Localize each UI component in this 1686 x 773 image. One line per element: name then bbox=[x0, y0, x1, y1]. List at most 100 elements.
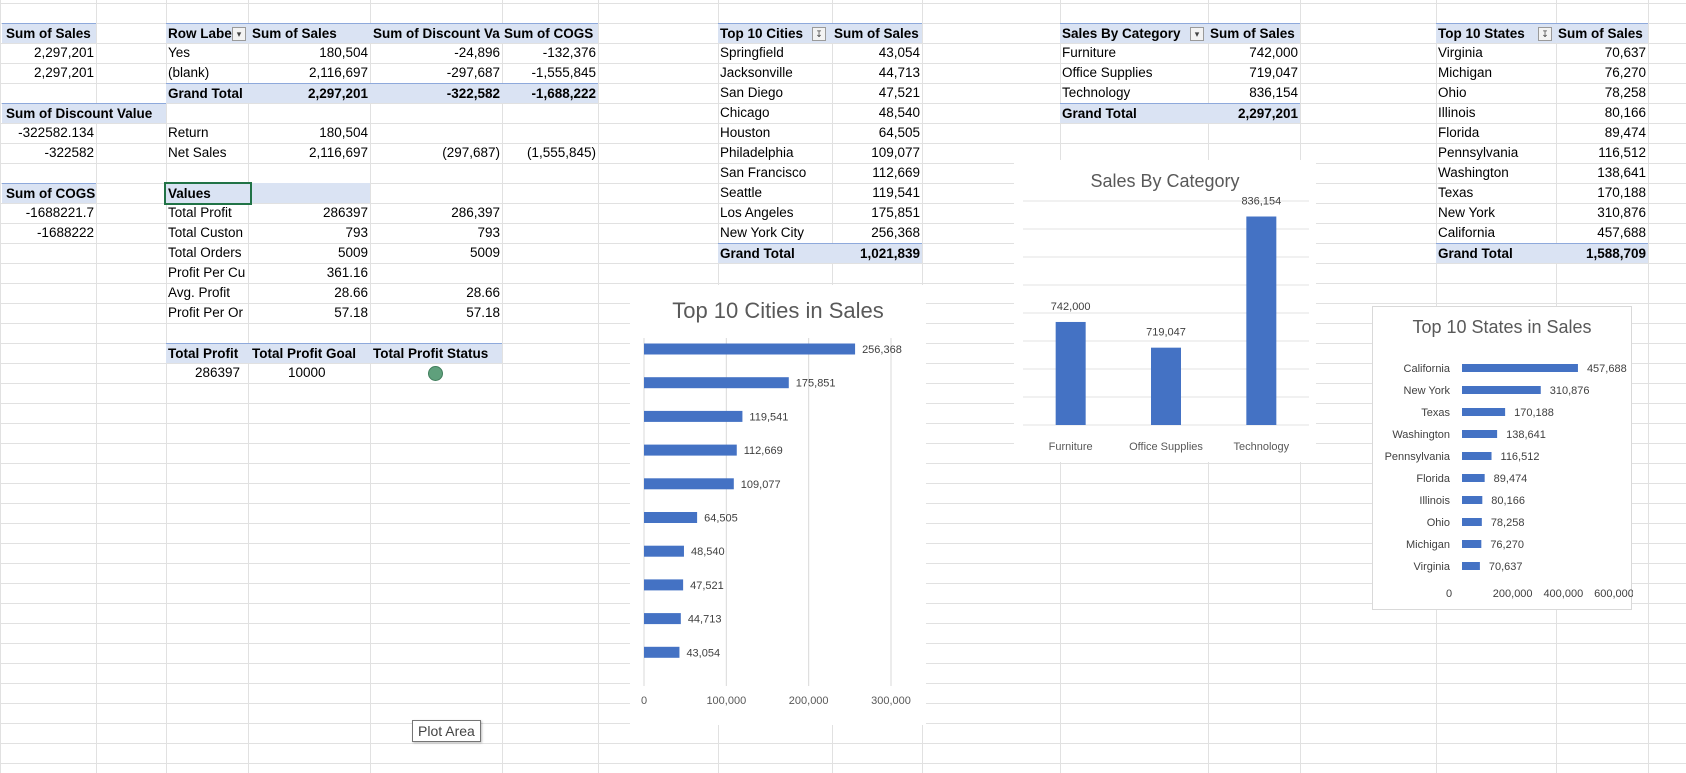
cities-row-label[interactable]: New York City bbox=[718, 223, 832, 243]
net-cell[interactable]: (297,687) bbox=[370, 143, 502, 163]
cities-row-value[interactable]: 119,541 bbox=[832, 183, 922, 203]
pivot-cogs-value[interactable]: -1688221.7 bbox=[2, 203, 96, 223]
states-row-label[interactable]: Texas bbox=[1436, 183, 1556, 203]
pivot-main-cell[interactable]: -24,896 bbox=[370, 43, 502, 63]
cities-row-label[interactable]: Los Angeles bbox=[718, 203, 832, 223]
cities-row-label[interactable]: Seattle bbox=[718, 183, 832, 203]
states-row-value[interactable]: 70,637 bbox=[1556, 43, 1648, 63]
values-row-label[interactable]: Total Profit bbox=[166, 203, 248, 223]
states-row-value[interactable]: 80,166 bbox=[1556, 103, 1648, 123]
category-row-value[interactable]: 742,000 bbox=[1208, 43, 1300, 63]
values-row-label[interactable]: Total Orders bbox=[166, 243, 248, 263]
pivot-main-grand-total[interactable]: -1,688,222 bbox=[502, 83, 598, 103]
net-cell[interactable]: 180,504 bbox=[248, 123, 370, 143]
states-row-value[interactable]: 457,688 bbox=[1556, 223, 1648, 243]
category-row-value[interactable]: 719,047 bbox=[1208, 63, 1300, 83]
cities-pivot-header[interactable]: Sum of Sales bbox=[832, 23, 922, 43]
category-chart-plot[interactable]: 742,000 Furniture 719,047 Office Supplies 83… bbox=[1015, 161, 1317, 463]
states-row-value[interactable]: 76,270 bbox=[1556, 63, 1648, 83]
cities-row-value[interactable]: 175,851 bbox=[832, 203, 922, 223]
pivot-discount-value[interactable]: -322582.134 bbox=[2, 123, 96, 143]
pivot-main-cell[interactable]: 2,116,697 bbox=[248, 63, 370, 83]
pivot-cogs-header[interactable]: Sum of COGS bbox=[2, 183, 96, 203]
cities-grand-total-label[interactable]: Grand Total bbox=[718, 243, 832, 263]
pivot-main-header[interactable]: Sum of COGS bbox=[502, 23, 598, 43]
pivot-main-row-label[interactable]: Yes bbox=[166, 43, 248, 63]
values-row-label[interactable]: Avg. Profit bbox=[166, 283, 248, 303]
values-cell[interactable]: 28.66 bbox=[370, 283, 502, 303]
cities-row-label[interactable]: Philadelphia bbox=[718, 143, 832, 163]
cities-row-value[interactable]: 43,054 bbox=[832, 43, 922, 63]
states-row-label[interactable]: New York bbox=[1436, 203, 1556, 223]
goal-header[interactable]: Total Profit bbox=[166, 343, 248, 363]
net-row-label[interactable]: Return bbox=[166, 123, 248, 143]
pivot-sales-value[interactable]: 2,297,201 bbox=[2, 43, 96, 63]
category-pivot-header[interactable]: Sales By Category bbox=[1060, 23, 1208, 43]
filter-dropdown-icon[interactable]: ▾ bbox=[1190, 27, 1204, 41]
states-row-value[interactable]: 116,512 bbox=[1556, 143, 1648, 163]
cities-row-value[interactable]: 64,505 bbox=[832, 123, 922, 143]
values-row-label[interactable]: Profit Per Or bbox=[166, 303, 248, 323]
cities-row-label[interactable]: Jacksonville bbox=[718, 63, 832, 83]
values-cell[interactable]: 361.16 bbox=[248, 263, 370, 283]
filter-dropdown-icon[interactable]: ▾ bbox=[232, 27, 246, 41]
pivot-discount-value[interactable]: -322582 bbox=[2, 143, 96, 163]
cities-chart[interactable]: Top 10 Cities in Sales 0 100,000 200,000 30… bbox=[630, 285, 926, 725]
pivot-sales-value[interactable]: 2,297,201 bbox=[2, 63, 96, 83]
states-row-label[interactable]: Washington bbox=[1436, 163, 1556, 183]
values-cell[interactable]: 793 bbox=[248, 223, 370, 243]
values-header-selected-cell[interactable]: Values bbox=[164, 182, 252, 205]
states-row-value[interactable]: 138,641 bbox=[1556, 163, 1648, 183]
pivot-main-row-label[interactable]: (blank) bbox=[166, 63, 248, 83]
pivot-main-header[interactable]: Sum of Sales bbox=[248, 23, 370, 43]
net-cell[interactable]: (1,555,845) bbox=[502, 143, 598, 163]
states-row-label[interactable]: Virginia bbox=[1436, 43, 1556, 63]
values-cell[interactable]: 5009 bbox=[248, 243, 370, 263]
states-grand-total-label[interactable]: Grand Total bbox=[1436, 243, 1556, 263]
pivot-main-header[interactable]: Sum of Discount Va bbox=[370, 23, 502, 43]
cities-row-value[interactable]: 109,077 bbox=[832, 143, 922, 163]
cities-row-label[interactable]: Springfield bbox=[718, 43, 832, 63]
values-row-label[interactable]: Total Custon bbox=[166, 223, 248, 243]
states-row-label[interactable]: Florida bbox=[1436, 123, 1556, 143]
net-row-label[interactable]: Net Sales bbox=[166, 143, 248, 163]
pivot-main-cell[interactable]: -297,687 bbox=[370, 63, 502, 83]
cities-row-label[interactable]: Houston bbox=[718, 123, 832, 143]
states-row-label[interactable]: Ohio bbox=[1436, 83, 1556, 103]
states-pivot-header[interactable]: Sum of Sales bbox=[1556, 23, 1648, 43]
cities-row-label[interactable]: Chicago bbox=[718, 103, 832, 123]
values-cell[interactable]: 793 bbox=[370, 223, 502, 243]
values-cell[interactable]: 57.18 bbox=[370, 303, 502, 323]
cities-row-value[interactable]: 112,669 bbox=[832, 163, 922, 183]
category-pivot-header[interactable]: Sum of Sales bbox=[1208, 23, 1300, 43]
values-cell[interactable]: 286,397 bbox=[370, 203, 502, 223]
cities-row-value[interactable]: 48,540 bbox=[832, 103, 922, 123]
pivot-main-grand-total[interactable]: 2,297,201 bbox=[248, 83, 370, 103]
cities-chart-plot[interactable]: 0 100,000 200,000 300,000 256,368 175,851 119,… bbox=[631, 286, 927, 726]
cities-row-value[interactable]: 44,713 bbox=[832, 63, 922, 83]
values-cell[interactable]: 286397 bbox=[248, 203, 370, 223]
states-chart-plot[interactable]: 0 200,000 400,000 600,000 California 457,688 N… bbox=[1373, 307, 1633, 611]
category-row-label[interactable]: Technology bbox=[1060, 83, 1208, 103]
cities-row-label[interactable]: San Francisco bbox=[718, 163, 832, 183]
pivot-main-cell[interactable]: -132,376 bbox=[502, 43, 598, 63]
values-cell[interactable]: 28.66 bbox=[248, 283, 370, 303]
goal-target[interactable]: 10000 bbox=[248, 363, 370, 383]
values-row-label[interactable]: Profit Per Cu bbox=[166, 263, 248, 283]
category-grand-total[interactable]: 2,297,201 bbox=[1208, 103, 1300, 123]
cities-row-label[interactable]: San Diego bbox=[718, 83, 832, 103]
values-cell[interactable]: 5009 bbox=[370, 243, 502, 263]
net-cell[interactable]: 2,116,697 bbox=[248, 143, 370, 163]
values-cell[interactable]: 57.18 bbox=[248, 303, 370, 323]
goal-header[interactable]: Total Profit Status bbox=[370, 343, 502, 363]
pivot-cogs-value[interactable]: -1688222 bbox=[2, 223, 96, 243]
pivot-main-grand-total[interactable]: -322,582 bbox=[370, 83, 502, 103]
states-grand-total[interactable]: 1,588,709 bbox=[1556, 243, 1648, 263]
states-row-value[interactable]: 170,188 bbox=[1556, 183, 1648, 203]
pivot-main-cell[interactable]: -1,555,845 bbox=[502, 63, 598, 83]
states-row-label[interactable]: Illinois bbox=[1436, 103, 1556, 123]
states-row-value[interactable]: 89,474 bbox=[1556, 123, 1648, 143]
states-row-value[interactable]: 310,876 bbox=[1556, 203, 1648, 223]
cities-row-value[interactable]: 256,368 bbox=[832, 223, 922, 243]
filter-active-icon[interactable]: ↧ bbox=[812, 27, 826, 41]
